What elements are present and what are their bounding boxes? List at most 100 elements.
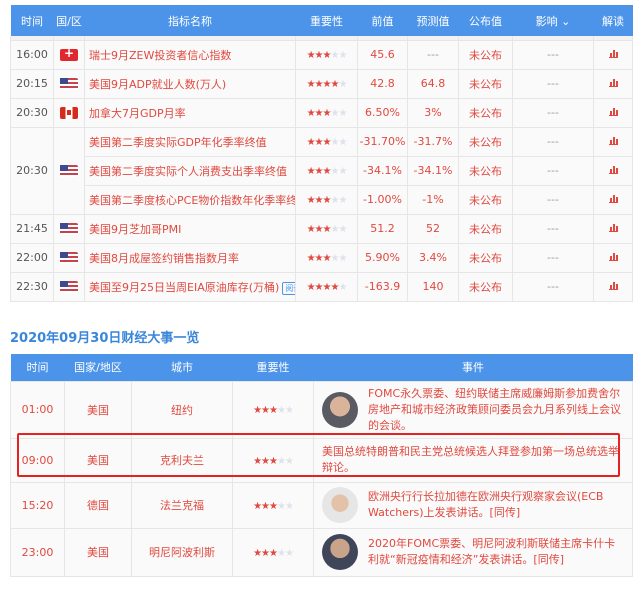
bar-chart-icon[interactable]: [608, 78, 618, 87]
indicator-name[interactable]: 美国第二季度核心PCE物价指数年化季率终值: [84, 184, 296, 215]
importance-stars: ★★★★★: [253, 547, 294, 559]
importance-cell: ★★★★★: [295, 213, 358, 244]
column-header: 指标名称: [84, 5, 296, 36]
bar-chart-icon[interactable]: [608, 107, 618, 116]
importance-cell: ★★★★★: [295, 126, 358, 157]
event-cell: 欧洲央行行长拉加德在欧洲央行观察家会议(ECB Watchers)上发表讲话。[…: [313, 481, 633, 529]
table-row: 22:30 美国至9月25日当周EIA原油库存(万桶)阅读 ★★★★★ -163.91…: [10, 271, 633, 302]
indicator-label[interactable]: 加拿大7月GDP月率: [89, 107, 186, 120]
bar-chart-icon[interactable]: [608, 194, 618, 203]
indicator-name[interactable]: 瑞士9月ZEW投资者信心指数: [84, 39, 296, 70]
star-empty-icon: ★: [338, 195, 347, 206]
analysis-cell[interactable]: [593, 213, 633, 244]
previous-value: 51.2: [357, 213, 408, 244]
star-filled-icon: ★: [306, 108, 316, 119]
analysis-cell[interactable]: [593, 39, 633, 70]
star-empty-icon: ★: [276, 455, 286, 467]
importance-stars: ★★★★★: [307, 224, 348, 235]
previous-value: 45.6: [357, 39, 408, 70]
bar-chart-icon[interactable]: [608, 281, 618, 290]
event-content: 美国总统特朗普和民主党总统候选人拜登参加第一场总统选举辩论。: [314, 440, 632, 480]
flag-us-icon: [60, 281, 78, 293]
analysis-cell[interactable]: [593, 68, 633, 99]
header-label: 预测值: [416, 14, 450, 28]
star-filled-icon: ★: [314, 224, 324, 235]
column-header: 前值: [357, 5, 408, 36]
flag-us-icon: [60, 223, 78, 235]
event-content: 2020年FOMC票委、明尼阿波利斯联储主席卡什卡利就“新冠疫情和经济”发表讲话…: [314, 530, 632, 574]
bar-chart-icon[interactable]: [608, 136, 618, 145]
star-empty-icon: ★: [338, 224, 347, 235]
importance-stars: ★★★★★: [307, 50, 348, 61]
forecast-value: 52: [407, 213, 459, 244]
indicator-label[interactable]: 美国8月成屋签约销售指数月率: [89, 252, 239, 265]
indicator-name[interactable]: 美国9月芝加哥PMI: [84, 213, 296, 244]
analysis-cell[interactable]: [593, 271, 633, 302]
indicator-name[interactable]: 美国第二季度实际GDP年化季率终值: [84, 126, 296, 157]
star-filled-icon: ★: [261, 500, 270, 512]
importance-cell: ★★★★★: [232, 527, 314, 577]
flag-us-icon: [60, 78, 78, 90]
impact-value: ---: [512, 271, 594, 302]
indicator-label[interactable]: 瑞士9月ZEW投资者信心指数: [89, 49, 231, 62]
event-country: 美国: [64, 527, 132, 577]
actual-value: 未公布: [458, 155, 513, 186]
event-cell: 美国总统特朗普和民主党总统候选人拜登参加第一场总统选举辩论。: [313, 437, 633, 483]
read-badge[interactable]: 阅读: [282, 281, 295, 295]
event-cell: 2020年FOMC票委、明尼阿波利斯联储主席卡什卡利就“新冠疫情和经济”发表讲话…: [313, 527, 633, 577]
previous-value: -34.1%: [357, 155, 408, 186]
bar-chart-icon[interactable]: [608, 165, 618, 174]
speaker-avatar: [322, 534, 358, 570]
event-time: 23:00: [10, 527, 65, 577]
event-content: FOMC永久票委、纽约联储主席威廉姆斯参加费舍尔房地产和城市经济政策顾问委员会九…: [314, 382, 632, 438]
event-cell: FOMC永久票委、纽约联储主席威廉姆斯参加费舍尔房地产和城市经济政策顾问委员会九…: [313, 380, 633, 439]
indicator-label[interactable]: 美国9月ADP就业人数(万人): [89, 78, 226, 91]
analysis-cell[interactable]: [593, 126, 633, 157]
bar-chart-icon[interactable]: [608, 223, 618, 232]
bar-chart-icon[interactable]: [608, 49, 618, 58]
chevron-down-icon[interactable]: ⌄: [558, 15, 570, 28]
actual-value: 未公布: [458, 68, 513, 99]
indicator-label[interactable]: 美国9月芝加哥PMI: [89, 223, 181, 236]
time-cell: 20:30: [10, 97, 54, 128]
indicator-label[interactable]: 美国第二季度实际GDP年化季率终值: [89, 136, 267, 149]
table-row: 20:30 美国第二季度实际GDP年化季率终值 ★★★★★ -31.70% -31.7%…: [10, 126, 633, 215]
flag-cell: [53, 126, 85, 215]
indicator-name[interactable]: 美国第二季度实际个人消费支出季率终值: [84, 155, 296, 186]
event-country: 德国: [64, 481, 132, 529]
importance-stars: ★★★★★: [307, 79, 348, 90]
indicator-name[interactable]: 加拿大7月GDP月率: [84, 97, 296, 128]
indicator-name[interactable]: 美国9月ADP就业人数(万人): [84, 68, 296, 99]
flag-ca-icon: [60, 107, 78, 119]
analysis-cell[interactable]: [593, 155, 633, 186]
event-description: 美国总统特朗普和民主党总统候选人拜登参加第一场总统选举辩论。: [322, 445, 619, 474]
analysis-cell[interactable]: [593, 242, 633, 273]
indicator-name[interactable]: 美国8月成屋签约销售指数月率: [84, 242, 296, 273]
analysis-cell[interactable]: [593, 184, 633, 215]
indicator-label[interactable]: 美国第二季度核心PCE物价指数年化季率终值: [89, 194, 295, 207]
forecast-value: -31.7%: [407, 126, 459, 157]
forecast-value: 3%: [407, 97, 459, 128]
previous-value: -31.70%: [357, 126, 408, 157]
time-cell: 22:00: [10, 242, 54, 273]
star-filled-icon: ★: [253, 547, 262, 559]
star-empty-icon: ★: [338, 79, 347, 90]
indicator-label[interactable]: 美国第二季度实际个人消费支出季率终值: [89, 165, 287, 178]
indicator-name[interactable]: 美国至9月25日当周EIA原油库存(万桶)阅读: [84, 271, 296, 302]
bar-chart-icon[interactable]: [608, 252, 618, 261]
impact-value: ---: [512, 97, 594, 128]
column-header: 时间: [10, 354, 65, 381]
event-description: 2020年FOMC票委、明尼阿波利斯联储主席卡什卡利就“新冠疫情和经济”发表讲话…: [368, 537, 616, 566]
star-filled-icon: ★: [314, 195, 324, 206]
actual-value: 未公布: [458, 213, 513, 244]
indicator-label[interactable]: 美国至9月25日当周EIA原油库存(万桶): [89, 281, 279, 294]
star-empty-icon: ★: [338, 50, 347, 61]
column-header[interactable]: 影响 ⌄: [512, 5, 594, 36]
header-label: 时间: [21, 14, 43, 28]
forecast-value: 140: [407, 271, 459, 302]
table-row: 20:15 美国9月ADP就业人数(万人) ★★★★★ 42.8 64.8 未公布 ---: [10, 68, 633, 99]
column-header: 事件: [313, 354, 633, 381]
analysis-cell[interactable]: [593, 97, 633, 128]
star-filled-icon: ★: [306, 282, 316, 293]
star-filled-icon: ★: [253, 405, 262, 416]
